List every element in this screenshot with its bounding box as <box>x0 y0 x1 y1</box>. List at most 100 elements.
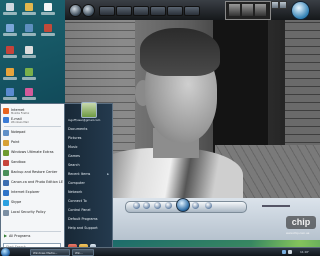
notepad-icon <box>3 130 9 136</box>
previous-icon[interactable] <box>165 202 172 209</box>
pinned-email[interactable]: E-mail Windows Mail <box>3 116 63 124</box>
play-button[interactable] <box>176 198 190 212</box>
places-pictures[interactable]: Pictures <box>68 136 110 143</box>
taskbar-media-player[interactable]: Windows Media... <box>30 249 70 256</box>
recent-paint[interactable]: Paint <box>3 139 63 147</box>
recent-skype-label: Skype <box>11 200 22 204</box>
start-menu: Internet Mozilla Firefox E-mail Windows … <box>0 102 113 255</box>
places-default-programs[interactable]: Default Programs <box>68 217 110 224</box>
next-icon[interactable] <box>192 202 199 209</box>
recent-notepad-label: Notepad <box>11 130 26 134</box>
places-computer[interactable]: Computer <box>68 181 110 188</box>
backup-icon <box>3 170 9 176</box>
places-search[interactable]: Search <box>68 163 110 170</box>
app-icon[interactable] <box>3 68 17 82</box>
recent-backup-restore[interactable]: Backup and Restore Center <box>3 169 63 177</box>
folder-icon[interactable] <box>22 3 36 17</box>
start-menu-programs: Internet Mozilla Firefox E-mail Windows … <box>0 103 65 255</box>
media-icon[interactable] <box>41 24 55 38</box>
start-menu-places: logoff/user@gmail.com Documents Pictures… <box>64 102 113 255</box>
recent-photo-edition[interactable]: Canon.ca and Photo Edition LE <box>3 179 63 187</box>
all-programs-button[interactable]: ▶ All Programs <box>3 233 63 240</box>
recent-internet-explorer-label: Internet Explorer <box>11 190 40 194</box>
watermark-brand: chip <box>286 216 316 229</box>
user-picture[interactable] <box>81 102 97 118</box>
places-default-programs-label: Default Programs <box>68 217 98 221</box>
recent-sandbox-label: Sandbox <box>11 160 26 164</box>
places-control-panel[interactable]: Control Panel <box>68 208 110 215</box>
clock[interactable]: 11:07 <box>300 249 309 256</box>
places-games[interactable]: Games <box>68 154 110 161</box>
recent-notepad[interactable]: Notepad <box>3 129 63 137</box>
mute-icon[interactable] <box>205 202 212 209</box>
thumbnail-preview <box>225 1 271 20</box>
arrow-right-icon: ▶ <box>4 233 8 238</box>
system-tray: 11:07 <box>282 249 319 256</box>
watermark-url: www.chip.com.ua <box>286 231 310 235</box>
places-help-support-label: Help and Support <box>68 226 98 230</box>
recent-ultimate-extras-label: Windows Ultimate Extras <box>11 150 54 154</box>
stop-icon[interactable] <box>154 202 161 209</box>
recent-internet-explorer[interactable]: Internet Explorer <box>3 189 63 197</box>
recent-local-security-policy-label: Local Security Policy <box>11 210 46 214</box>
internet-explorer-icon <box>3 190 9 196</box>
maximize-button[interactable] <box>279 1 287 9</box>
back-icon[interactable] <box>69 4 82 17</box>
places-user-label: logoff/user@gmail.com <box>68 118 101 122</box>
pinned-internet-sub: Mozilla Firefox <box>11 111 30 115</box>
recent-backup-restore-label: Backup and Restore Center <box>11 170 58 174</box>
all-programs-label: All Programs <box>9 234 31 238</box>
tab-media-guide[interactable] <box>184 6 200 16</box>
separator <box>4 126 61 127</box>
media-player-toolbar <box>65 0 320 21</box>
recycle-bin-icon[interactable] <box>3 3 17 17</box>
places-control-panel-label: Control Panel <box>68 208 91 212</box>
places-recent-items[interactable]: Recent Items ▸ <box>68 172 110 179</box>
places-user[interactable]: logoff/user@gmail.com <box>68 118 110 125</box>
tab-sync[interactable] <box>167 6 183 16</box>
taskbar-window[interactable]: Win... <box>72 249 94 256</box>
tab-library[interactable] <box>116 6 132 16</box>
recent-skype[interactable]: Skype <box>3 199 63 207</box>
computer-icon[interactable] <box>3 24 17 38</box>
photo-icon <box>3 180 9 186</box>
pinned-internet[interactable]: Internet Mozilla Firefox <box>3 107 63 115</box>
extras-icon <box>3 150 9 156</box>
places-documents[interactable]: Documents <box>68 127 110 134</box>
recent-photo-edition-label: Canon.ca and Photo Edition LE <box>11 180 63 184</box>
minimize-button[interactable] <box>271 1 279 9</box>
app-icon[interactable] <box>22 46 36 60</box>
app-icon[interactable] <box>22 88 36 102</box>
places-network-label: Network <box>68 190 83 194</box>
places-recent-items-label: Recent Items <box>68 172 91 176</box>
tab-now-playing[interactable] <box>99 6 115 16</box>
tab-burn[interactable] <box>150 6 166 16</box>
document-icon[interactable] <box>41 3 55 17</box>
network-tray-icon[interactable] <box>282 250 286 254</box>
volume-slider[interactable] <box>262 205 290 207</box>
places-help-support[interactable]: Help and Support <box>68 226 110 233</box>
shuffle-icon[interactable] <box>133 202 140 209</box>
places-games-label: Games <box>68 154 80 158</box>
repeat-icon[interactable] <box>143 202 150 209</box>
app-icon[interactable] <box>3 88 17 102</box>
places-search-label: Search <box>68 163 80 167</box>
app-icon[interactable] <box>3 46 17 60</box>
places-music[interactable]: Music <box>68 145 110 152</box>
recent-sandbox[interactable]: Sandbox <box>3 159 63 167</box>
volume-tray-icon[interactable] <box>288 250 292 254</box>
forward-icon[interactable] <box>82 4 95 17</box>
recent-ultimate-extras[interactable]: Windows Ultimate Extras <box>3 149 63 157</box>
places-network[interactable]: Network <box>68 190 110 197</box>
media-player-logo <box>291 1 310 20</box>
places-connect-to[interactable]: Connect To <box>68 199 110 206</box>
app-icon[interactable] <box>22 68 36 82</box>
network-icon[interactable] <box>22 24 36 38</box>
mail-icon <box>3 117 9 123</box>
recent-local-security-policy[interactable]: Local Security Policy <box>3 209 63 217</box>
places-computer-label: Computer <box>68 181 85 185</box>
start-button[interactable] <box>1 248 10 256</box>
sandbox-icon <box>3 160 9 166</box>
tab-rip[interactable] <box>133 6 149 16</box>
desktop: Internet Mozilla Firefox E-mail Windows … <box>0 0 320 256</box>
